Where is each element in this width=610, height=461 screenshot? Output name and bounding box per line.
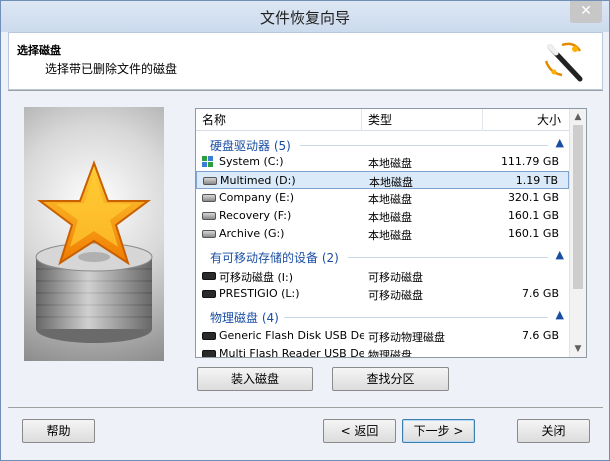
hard-drive-icon [202, 212, 216, 220]
scrollbar-thumb[interactable] [573, 125, 583, 289]
usb-drive-icon [202, 290, 216, 298]
group-removable-devices[interactable]: 有可移动存储的设备 (2) ▲ [196, 247, 569, 265]
title-bar: 文件恢复向导 ✕ [1, 1, 609, 32]
step-subtitle: 选择带已删除文件的磁盘 [45, 62, 178, 76]
wizard-window: 文件恢复向导 ✕ 选择磁盘 选择带已删除文件的磁盘 名称 类型 大小 硬盘驱动器… [0, 0, 610, 461]
column-name-header[interactable]: 名称 [196, 109, 361, 131]
list-item[interactable]: Multi Flash Reader USB De... 物理磁盘 [196, 345, 569, 357]
windows-drive-icon [202, 156, 214, 168]
drive-type: 物理磁盘 [368, 349, 412, 357]
drive-type: 可移动磁盘 [368, 289, 423, 302]
list-item-selected[interactable]: Multimed (D:) 本地磁盘 1.19 TB [196, 171, 569, 189]
group-label: 物理磁盘 (4) [210, 311, 279, 325]
list-item[interactable]: System (C:) 本地磁盘 111.79 GB [196, 153, 569, 171]
drive-size: 320.1 GB [507, 191, 559, 204]
group-divider [284, 317, 548, 318]
drive-type: 可移动物理磁盘 [368, 331, 445, 344]
scroll-down-arrow-icon[interactable]: ▼ [570, 341, 586, 357]
wizard-header: 选择磁盘 选择带已删除文件的磁盘 [8, 32, 603, 90]
drive-type: 本地磁盘 [368, 211, 412, 224]
drive-name: Archive (G:) [219, 227, 285, 240]
drive-type: 本地磁盘 [368, 157, 412, 170]
hard-drive-icon [202, 230, 216, 238]
drive-type: 本地磁盘 [368, 229, 412, 242]
find-partitions-button[interactable]: 查找分区 [332, 367, 449, 391]
list-item[interactable]: Archive (G:) 本地磁盘 160.1 GB [196, 225, 569, 243]
list-item[interactable]: 可移动磁盘 (I:) 可移动磁盘 [196, 267, 569, 285]
header-divider [8, 90, 603, 91]
drive-size: 160.1 GB [507, 209, 559, 222]
hard-drive-icon [203, 177, 217, 185]
drive-name: PRESTIGIO (L:) [219, 287, 300, 300]
mount-disk-button[interactable]: 装入磁盘 [197, 367, 313, 391]
help-button[interactable]: 帮助 [22, 419, 95, 443]
step-title: 选择磁盘 [17, 44, 61, 57]
drive-name: Recovery (F:) [219, 209, 292, 222]
drive-size: 1.19 TB [515, 174, 558, 187]
disk-list[interactable]: 名称 类型 大小 硬盘驱动器 (5) ▲ System (C:) 本地磁盘 11… [195, 108, 587, 358]
close-button[interactable]: 关闭 [517, 419, 590, 443]
vertical-scrollbar[interactable]: ▲ ▼ [569, 109, 586, 357]
next-button[interactable]: 下一步 > [402, 419, 475, 443]
list-item[interactable]: PRESTIGIO (L:) 可移动磁盘 7.6 GB [196, 285, 569, 303]
disk-stack-star-icon [35, 160, 153, 343]
drive-size: 160.1 GB [507, 227, 559, 240]
list-item[interactable]: Recovery (F:) 本地磁盘 160.1 GB [196, 207, 569, 225]
footer-divider [8, 407, 603, 408]
usb-drive-icon [202, 350, 216, 357]
drive-size: 7.6 GB [521, 287, 559, 300]
list-header: 名称 类型 大小 [196, 109, 569, 131]
group-divider [348, 257, 548, 258]
list-item[interactable]: Generic Flash Disk USB De... 可移动物理磁盘 7.6… [196, 327, 569, 345]
drive-size: 7.6 GB [521, 329, 559, 342]
back-button[interactable]: < 返回 [323, 419, 396, 443]
drive-name: Company (E:) [219, 191, 295, 204]
usb-drive-icon [202, 332, 216, 340]
drive-name: 可移动磁盘 (I:) [219, 271, 294, 284]
drive-name: Multimed (D:) [220, 174, 296, 187]
window-title: 文件恢复向导 [259, 9, 350, 27]
list-item[interactable]: Company (E:) 本地磁盘 320.1 GB [196, 189, 569, 207]
group-label: 有可移动存储的设备 (2) [210, 251, 339, 265]
group-label: 硬盘驱动器 (5) [210, 139, 291, 153]
group-divider [300, 145, 548, 146]
group-hard-drives[interactable]: 硬盘驱动器 (5) ▲ [196, 135, 569, 153]
collapse-chevron-icon[interactable]: ▲ [556, 136, 564, 149]
column-size-header[interactable]: 大小 [483, 109, 569, 131]
drive-name: System (C:) [219, 155, 284, 168]
recovery-illustration [24, 107, 164, 361]
window-close-button[interactable]: ✕ [570, 1, 602, 23]
drive-type: 本地磁盘 [368, 193, 412, 206]
collapse-chevron-icon[interactable]: ▲ [556, 308, 564, 321]
drive-size: 111.79 GB [500, 155, 559, 168]
group-physical-disks[interactable]: 物理磁盘 (4) ▲ [196, 307, 569, 325]
hard-drive-icon [202, 194, 216, 202]
usb-drive-icon [202, 272, 216, 280]
drive-name: Generic Flash Disk USB De... [219, 329, 364, 342]
drive-name: Multi Flash Reader USB De... [219, 347, 364, 357]
drive-type: 可移动磁盘 [368, 271, 423, 284]
scroll-up-arrow-icon[interactable]: ▲ [570, 109, 586, 125]
magic-wand-icon [544, 42, 583, 82]
column-type-header[interactable]: 类型 [362, 109, 482, 131]
drive-type: 本地磁盘 [369, 176, 413, 189]
collapse-chevron-icon[interactable]: ▲ [556, 248, 564, 261]
